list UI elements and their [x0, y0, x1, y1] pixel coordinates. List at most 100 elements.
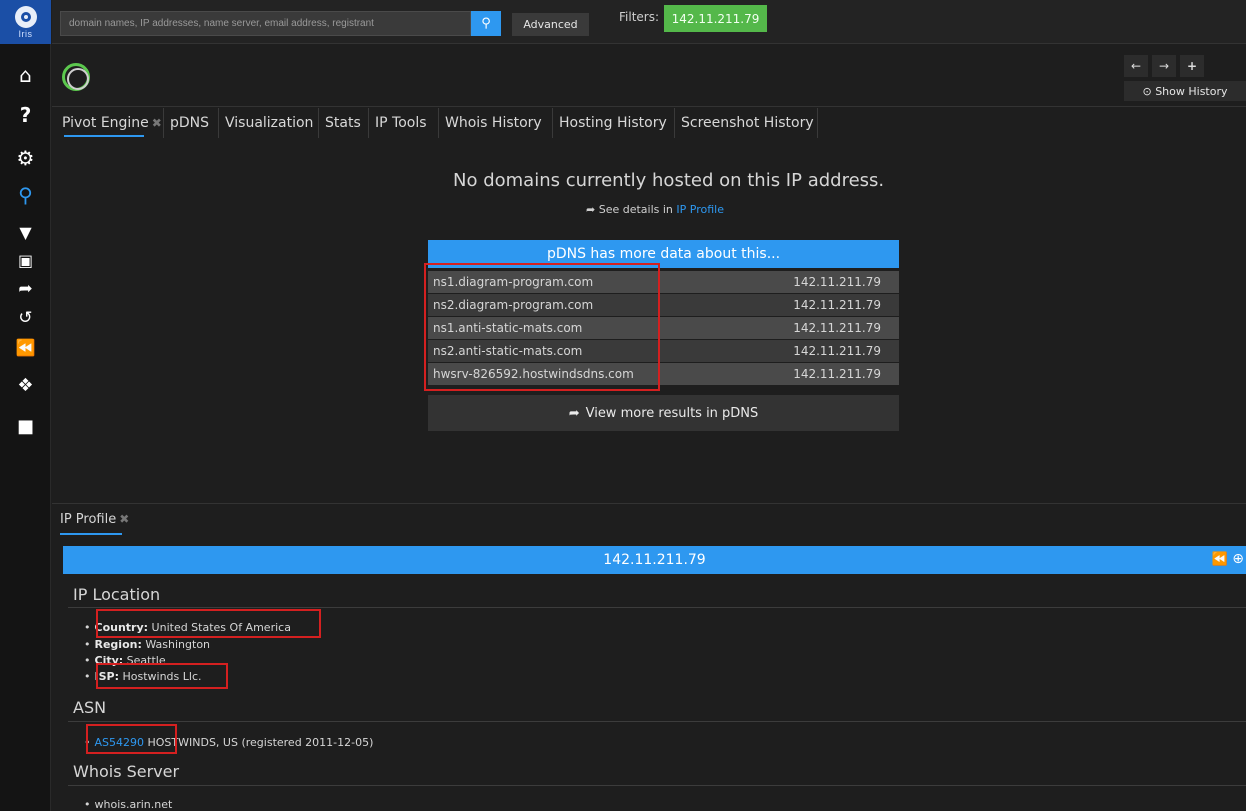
pdns-ip: 142.11.211.79	[793, 367, 881, 381]
pdns-host[interactable]: ns2.diagram-program.com	[433, 298, 593, 312]
table-row[interactable]: ns2.anti-static-mats.com 142.11.211.79	[428, 340, 899, 362]
ip-location-title: IP Location	[73, 585, 161, 604]
close-icon[interactable]: ✖	[152, 116, 162, 130]
ip-address-title: 142.11.211.79	[603, 552, 706, 568]
asn-link[interactable]: AS54290	[95, 736, 145, 749]
sidebar: Iris ⌂ ? ⚙ ⚲ ▼ ▣ ➦ ↺ ⏪ ❖ ■	[0, 0, 51, 811]
divider	[68, 785, 1246, 786]
search-button[interactable]: ⚲	[471, 11, 501, 36]
country-item: • Country: United States Of America	[84, 621, 291, 634]
pdns-host[interactable]: ns2.anti-static-mats.com	[433, 344, 582, 358]
history-icon[interactable]: ↺	[0, 304, 51, 332]
table-row[interactable]: ns2.diagram-program.com 142.11.211.79	[428, 294, 899, 316]
search-icon[interactable]: ⚲	[0, 181, 51, 209]
filter-icon[interactable]: ▼	[0, 218, 51, 246]
tab-pivot-engine[interactable]: Pivot Engine ✖	[56, 108, 164, 138]
gear-icon[interactable]: ⚙	[0, 144, 51, 172]
whois-server-item: • whois.arin.net	[84, 798, 173, 811]
ip-profile-header: 142.11.211.79 ⏪ ⊕	[63, 546, 1246, 574]
search-icon: ⚲	[481, 16, 491, 31]
asn-text: HOSTWINDS, US (registered 2011-12-05)	[147, 736, 374, 749]
country-value: United States Of America	[151, 621, 291, 634]
pin-icon[interactable]: ⏪	[1212, 552, 1228, 567]
tab-label: Screenshot History	[681, 115, 814, 131]
iris-logo[interactable]: Iris	[0, 0, 51, 44]
pin-icon[interactable]: ⏪	[0, 333, 51, 361]
pdns-ip: 142.11.211.79	[793, 275, 881, 289]
pdns-header: pDNS has more data about this...	[428, 240, 899, 268]
tab-screenshot-history[interactable]: Screenshot History	[675, 108, 818, 138]
logo-mark	[14, 5, 37, 28]
pdns-ip: 142.11.211.79	[793, 298, 881, 312]
home-icon[interactable]: ⌂	[0, 61, 51, 89]
pdns-host[interactable]: ns1.anti-static-mats.com	[433, 321, 582, 335]
asn-title: ASN	[73, 698, 107, 717]
region-value: Washington	[145, 638, 211, 651]
isp-label: ISP:	[94, 670, 119, 683]
close-icon[interactable]: ✖	[119, 512, 129, 526]
pdns-host[interactable]: hwsrv-826592.hostwindsdns.com	[433, 367, 634, 381]
table-row[interactable]: ns1.anti-static-mats.com 142.11.211.79	[428, 317, 899, 339]
tab-label: Pivot Engine	[62, 115, 149, 131]
share-icon: ➦	[586, 203, 596, 216]
folder-icon[interactable]: ■	[0, 412, 51, 440]
tab-visualization[interactable]: Visualization	[219, 108, 319, 138]
pivot-engine-panel: No domains currently hosted on this IP a…	[52, 140, 1246, 502]
pdns-ip: 142.11.211.79	[793, 321, 881, 335]
divider	[68, 721, 1246, 722]
country-label: Country:	[94, 621, 149, 634]
profile-tab-bar: IP Profile ✖	[52, 503, 1246, 539]
help-icon[interactable]: ?	[0, 101, 51, 129]
tab-bar: Pivot Engine ✖ pDNS Visualization Stats I…	[52, 108, 1246, 140]
back-arrow-icon[interactable]: ←	[1124, 55, 1148, 77]
tab-label: Stats	[325, 115, 361, 131]
note-icon[interactable]: ▣	[0, 246, 51, 274]
whois-server-title: Whois Server	[73, 762, 180, 781]
logo-text: Iris	[18, 28, 33, 39]
tab-hosting-history[interactable]: Hosting History	[553, 108, 675, 138]
tab-ip-profile[interactable]: IP Profile ✖	[60, 512, 129, 535]
ip-profile-link[interactable]: IP Profile	[676, 203, 724, 216]
iris-app: Iris ⌂ ? ⚙ ⚲ ▼ ▣ ➦ ↺ ⏪ ❖ ■ domain names,…	[0, 0, 1246, 811]
pdns-host[interactable]: ns1.diagram-program.com	[433, 275, 593, 289]
tags-icon[interactable]: ❖	[0, 371, 51, 399]
search-input[interactable]: domain names, IP addresses, name server,…	[60, 11, 471, 36]
tab-label: IP Tools	[375, 115, 427, 131]
region-item: • Region: Washington	[84, 638, 211, 651]
city-label: City:	[94, 654, 124, 667]
tab-label: Hosting History	[559, 115, 667, 131]
see-details-text: See details in	[598, 203, 673, 216]
table-row[interactable]: hwsrv-826592.hostwindsdns.com 142.11.211…	[428, 363, 899, 385]
table-row[interactable]: ns1.diagram-program.com 142.11.211.79	[428, 271, 899, 293]
view-more-button[interactable]: ➦ View more results in pDNS	[428, 395, 899, 431]
view-more-label: View more results in pDNS	[585, 405, 759, 421]
add-icon[interactable]: +	[1180, 55, 1204, 77]
tab-pdns[interactable]: pDNS	[164, 108, 219, 138]
advanced-button[interactable]: Advanced	[512, 13, 589, 36]
whois-server-value: whois.arin.net	[94, 798, 173, 811]
filter-tag[interactable]: 142.11.211.79	[664, 5, 767, 32]
tab-label: Whois History	[445, 115, 542, 131]
tab-stats[interactable]: Stats	[319, 108, 369, 138]
asn-item: • AS54290 HOSTWINDS, US (registered 2011-…	[84, 736, 374, 749]
no-domains-message: No domains currently hosted on this IP a…	[453, 170, 885, 191]
see-details: ➦ See details in IP Profile	[586, 203, 724, 216]
divider	[68, 607, 1246, 608]
tab-whois-history[interactable]: Whois History	[439, 108, 553, 138]
city-value: Seattle	[126, 654, 166, 667]
show-history-button[interactable]: ⊙ Show History	[1124, 81, 1246, 101]
add-circle-icon[interactable]: ⊕	[1232, 551, 1244, 567]
tab-label: Visualization	[225, 115, 314, 131]
tab-label: pDNS	[170, 115, 210, 131]
forward-arrow-icon[interactable]: →	[1152, 55, 1176, 77]
status-indicator-icon	[62, 63, 90, 91]
tab-label: IP Profile	[60, 512, 117, 527]
region-label: Region:	[94, 638, 142, 651]
top-search-bar: domain names, IP addresses, name server,…	[52, 0, 1246, 44]
filters-label: Filters:	[619, 10, 660, 24]
isp-item: • ISP: Hostwinds Llc.	[84, 670, 202, 683]
pdns-ip: 142.11.211.79	[793, 344, 881, 358]
isp-value: Hostwinds Llc.	[122, 670, 202, 683]
tab-ip-tools[interactable]: IP Tools	[369, 108, 439, 138]
share-icon[interactable]: ➦	[0, 275, 51, 303]
